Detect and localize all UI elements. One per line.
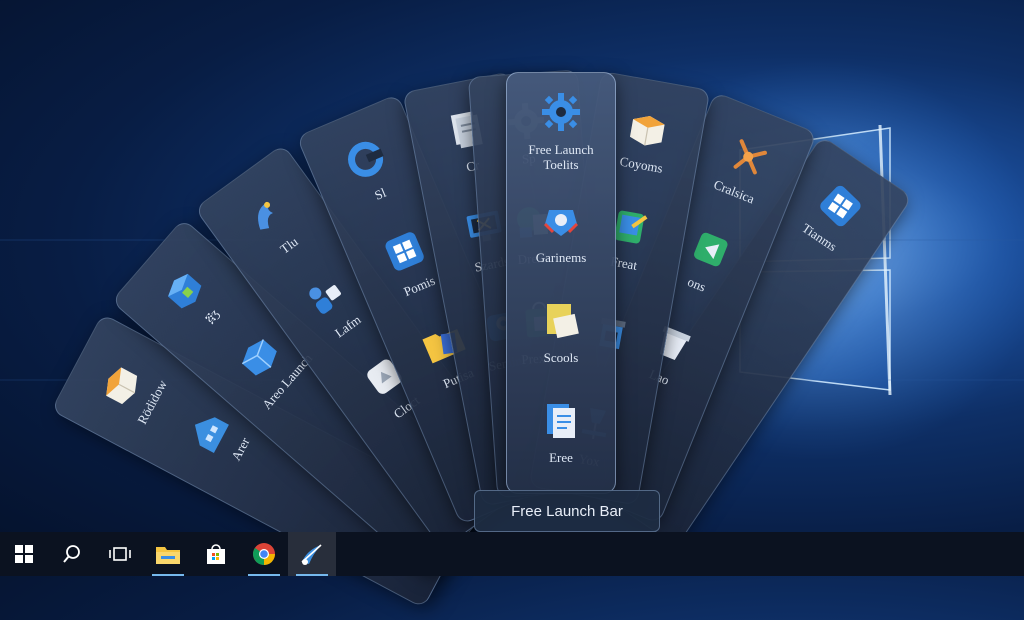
launch-bar-icon [301,544,322,565]
launch-item-label: Sl [372,184,388,203]
launch-item-label: Tlu [276,233,301,257]
windows-start-icon [15,545,33,563]
launch-item[interactable]: Eree [507,381,615,481]
network-icon [543,209,579,236]
green-app-icon [694,232,728,266]
molecule-icon [733,138,768,174]
search-icon [63,545,80,563]
launch-item-label: ons [685,273,709,295]
launch-item-label: Arer [227,434,253,463]
launch-item-label: Garinems [535,249,587,265]
search-button[interactable] [48,532,96,576]
notepad-icon [547,303,579,338]
launch-item[interactable]: Scools [507,281,615,381]
launch-item-label: Coyoms [618,153,665,176]
papers-icon [547,403,575,438]
file-explorer-button[interactable] [144,532,192,576]
task-view-button[interactable] [96,532,144,576]
open-box-icon [105,367,137,404]
store-bag-icon [207,544,225,564]
house-icon [194,416,229,453]
store-button[interactable] [192,532,240,576]
start-button[interactable] [0,532,48,576]
launch-item-label: Lafm [331,311,364,341]
launch-bar-title[interactable]: Free Launch Bar [474,490,660,532]
launch-item-label: Free Launch Toelits [528,142,594,172]
ring-icon [347,141,384,177]
taskbar [0,532,1024,576]
open-box-icon [630,115,665,146]
grid-tile-icon [385,231,424,271]
folder-icon [156,547,180,564]
free-launch-bar-button[interactable] [288,532,336,576]
chrome-button[interactable] [240,532,288,576]
launch-item-label: ፭ʒ [201,305,222,326]
launch-item-label: Pomis [401,272,437,299]
launch-item-label: Eree [549,449,573,465]
launch-panel-7: Free Launch Toelits Garinems Scools Eree [506,72,616,494]
gear-blue-icon [542,93,580,131]
chrome-icon [253,543,275,565]
launch-item[interactable]: Free Launch Toelits [507,81,615,181]
launch-item-label: Scools [543,349,579,365]
launch-item[interactable]: Garinems [507,181,615,281]
task-view-icon [109,547,131,561]
